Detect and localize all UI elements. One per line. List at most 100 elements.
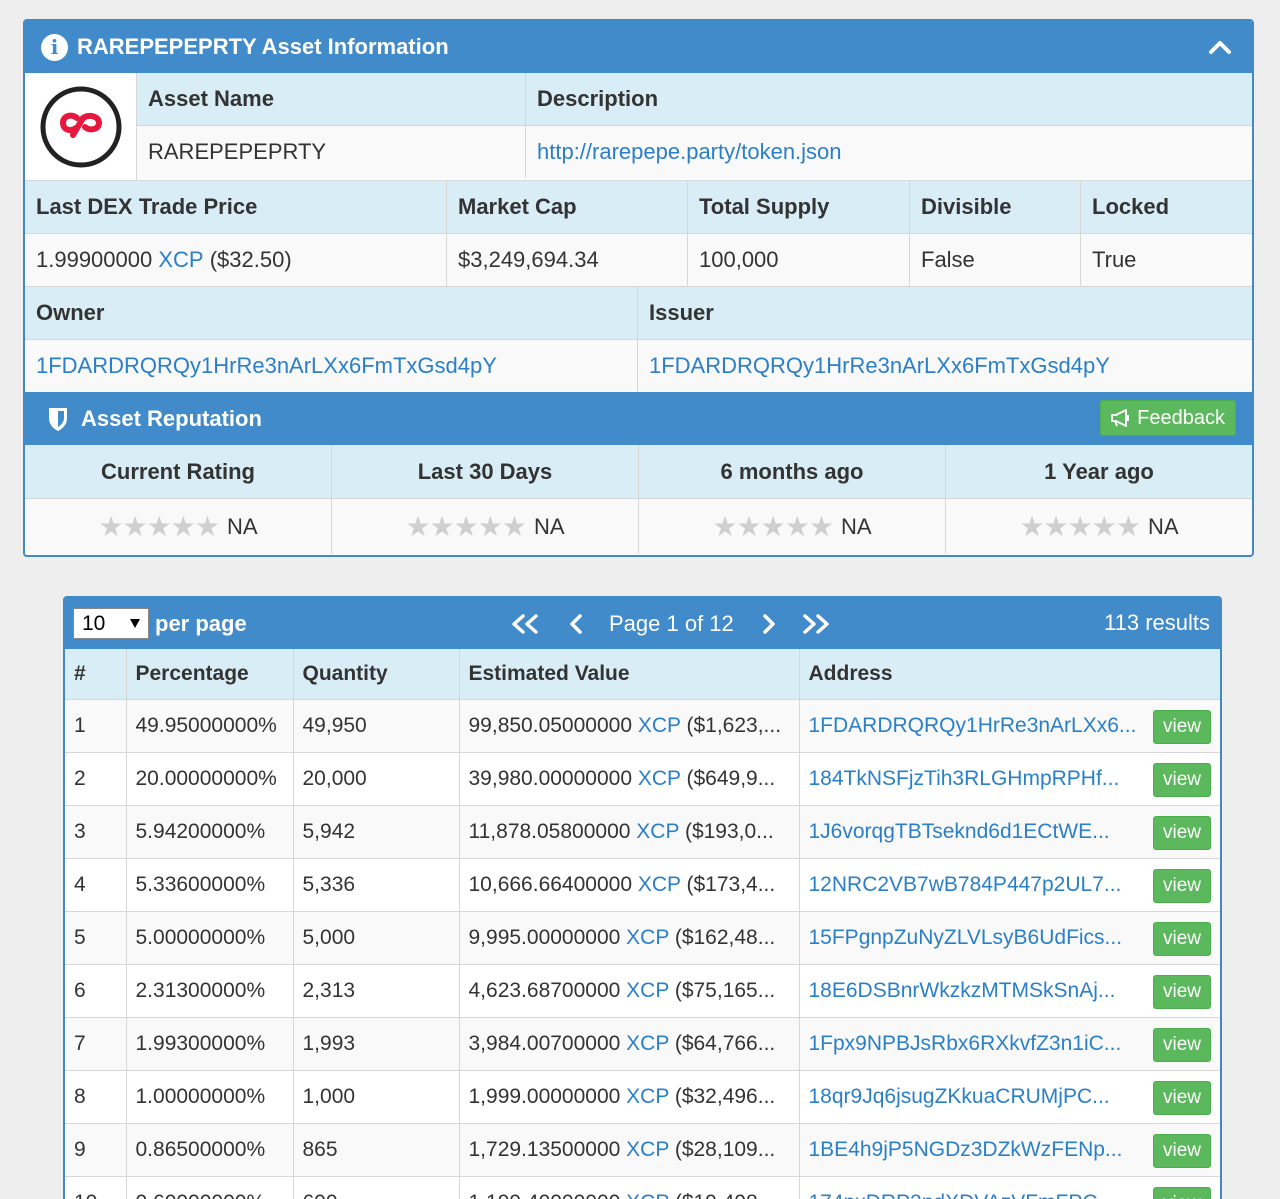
issuer-address-link[interactable]: 1FDARDRQRQy1HrRe3nArLXx6FmTxGsd4pY [649,353,1110,379]
owner-label: Owner [25,287,637,339]
view-button[interactable]: view [1153,1186,1211,1199]
address-link[interactable]: 174pxDRP2ndXDVAzVFmFPC... [809,1191,1116,1199]
value-usd: ($173,4... [686,872,776,896]
view-button[interactable]: view [1153,868,1211,903]
view-button[interactable]: view [1153,709,1211,744]
xcp-link[interactable]: XCP [638,873,681,896]
row-percentage: 0.86500000% [125,1122,293,1176]
xcp-link[interactable]: XCP [638,767,681,790]
star-icon: ★ [808,510,834,542]
total-supply-value: 100,000 [687,234,909,286]
locked-label: Locked [1080,181,1252,233]
row-estimated-value: 3,984.00700000 XCP ($64,766... [458,1016,799,1070]
next-page-icon[interactable] [760,613,778,635]
address-link[interactable]: 1J6vorqgTBTseknd6d1ECtWE... [809,820,1110,844]
star-icon: ★ [122,510,148,542]
view-button[interactable]: view [1153,1133,1211,1168]
row-quantity: 1,000 [292,1069,459,1123]
last-page-icon[interactable] [800,613,832,635]
row-percentage: 1.99300000% [125,1016,293,1070]
xcp-link[interactable]: XCP [626,979,669,1002]
row-estimated-value: 99,850.05000000 XCP ($1,623,... [458,698,799,752]
star-icon: ★ [1019,510,1045,542]
per-page-select[interactable]: 10 [73,608,149,639]
star-icon: ★ [760,510,786,542]
table-row: 4 5.33600000% 5,336 10,666.66400000 XCP ($1… [65,857,1220,911]
locked-value: True [1080,234,1252,286]
col-address[interactable]: Address [798,649,1220,699]
star-icon: ★ [1115,510,1141,542]
owner-address-link[interactable]: 1FDARDRQRQy1HrRe3nArLXx6FmTxGsd4pY [36,353,497,379]
counterparty-logo-icon [40,86,121,167]
info-icon: i [41,33,68,61]
address-link[interactable]: 15FPgnpZuNyZLVLsyB6UdFics... [809,926,1123,950]
row-percentage: 20.00000000% [125,751,293,805]
row-address: 1BE4h9jP5NGDz3DZkWzFENp... view [798,1122,1220,1176]
col-estimated-value[interactable]: Estimated Value [458,649,799,699]
star-icon: ★ [501,510,527,542]
reputation-header: Asset Reputation Feedback [25,392,1252,445]
row-address: 1Fpx9NPBJsRbx6RXkvfZ3n1iC... view [798,1016,1220,1070]
asset-info-title: RAREPEPEPRTY Asset Information [77,34,449,59]
value-usd: ($75,165... [674,978,776,1002]
xcp-link[interactable]: XCP [626,1085,669,1108]
value-amount: 1,999.00000000 [468,1084,621,1108]
row-address: 1FDARDRQRQy1HrRe3nArLXx6... view [798,698,1220,752]
xcp-link[interactable]: XCP [638,714,681,737]
asset-info-header[interactable]: i RAREPEPEPRTY Asset Information [25,21,1252,73]
feedback-button[interactable]: Feedback [1100,400,1236,436]
value-amount: 1,729.13500000 [468,1137,621,1161]
value-usd: ($193,0... [684,819,774,843]
address-link[interactable]: 1BE4h9jP5NGDz3DZkWzFENp... [809,1138,1123,1162]
address-link[interactable]: 1Fpx9NPBJsRbx6RXkvfZ3n1iC... [809,1032,1122,1056]
xcp-link[interactable]: XCP [626,1032,669,1055]
description-link[interactable]: http://rarepepe.party/token.json [537,139,842,165]
value-amount: 4,623.68700000 [468,978,621,1002]
col-percentage[interactable]: Percentage [125,649,293,699]
view-button[interactable]: view [1153,1080,1211,1115]
xcp-link[interactable]: XCP [636,820,679,843]
view-button[interactable]: view [1153,762,1211,797]
star-icon: ★ [170,510,196,542]
rep-value: NA [840,513,872,539]
row-estimated-value: 10,666.66400000 XCP ($173,4... [458,857,799,911]
row-quantity: 865 [292,1122,459,1176]
value-amount: 11,878.05800000 [468,819,631,843]
view-button[interactable]: view [1153,815,1211,850]
view-button[interactable]: view [1153,921,1211,956]
pager: Page 1 of 12 [509,598,832,649]
xcp-link[interactable]: XCP [158,247,203,273]
shield-icon [49,407,67,431]
address-link[interactable]: 12NRC2VB7wB784P447p2UL7... [809,873,1122,897]
rep-value-cell: ★ ★ ★ ★ ★ NA [25,498,331,554]
address-link[interactable]: 18qr9Jq6jsugZKkuaCRUMjPC... [809,1085,1110,1109]
value-amount: 3,984.00700000 [468,1031,621,1055]
address-link[interactable]: 18E6DSBnrWkzkzMTMSkSnAj... [809,979,1116,1003]
address-link[interactable]: 1FDARDRQRQy1HrRe3nArLXx6... [809,714,1137,738]
row-rank: 8 [65,1069,126,1123]
rep-value: NA [533,513,565,539]
address-link[interactable]: 184TkNSFjzTih3RLGHmpRPHf... [809,767,1120,791]
xcp-link[interactable]: XCP [626,1138,669,1161]
col-rank[interactable]: # [65,649,126,699]
row-estimated-value: 4,623.68700000 XCP ($75,165... [458,963,799,1017]
xcp-link[interactable]: XCP [626,926,669,949]
star-icon: ★ [429,510,455,542]
view-button[interactable]: view [1153,974,1211,1009]
first-page-icon[interactable] [509,613,541,635]
xcp-link[interactable]: XCP [626,1191,669,1199]
prev-page-icon[interactable] [567,613,585,635]
view-button[interactable]: view [1153,1027,1211,1062]
star-icon: ★ [736,510,762,542]
col-quantity[interactable]: Quantity [292,649,459,699]
chevron-up-icon[interactable] [1208,35,1232,59]
row-estimated-value: 39,980.00000000 XCP ($649,9... [458,751,799,805]
total-supply-label: Total Supply [687,181,909,233]
row-quantity: 1,993 [292,1016,459,1070]
rep-value: NA [226,513,258,539]
star-icon: ★ [98,510,124,542]
star-icon: ★ [146,510,172,542]
value-amount: 39,980.00000000 [468,766,633,790]
row-estimated-value: 1,199.40000000 XCP ($19,498... [458,1175,799,1199]
last-dex-usd: ($32.50) [209,247,292,272]
